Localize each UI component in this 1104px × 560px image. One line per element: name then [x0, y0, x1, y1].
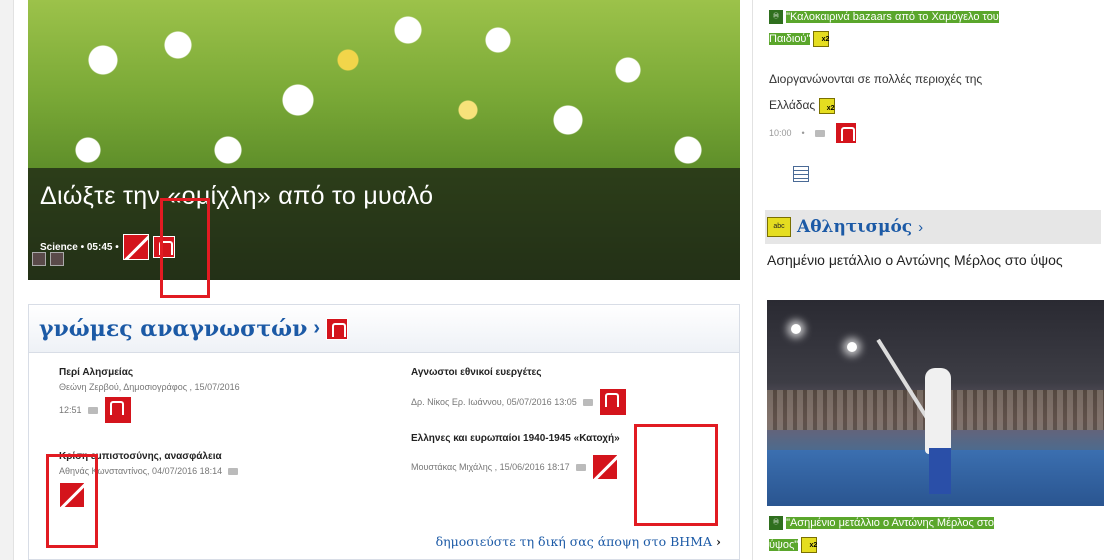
comment-count-icon	[87, 406, 98, 414]
left-rail	[0, 0, 14, 560]
news-icon: Ⓜ	[769, 10, 783, 25]
article-title[interactable]: Περί Αλησμείας	[59, 367, 359, 378]
badge-icon	[818, 96, 835, 122]
sidebar-time: 10:00	[769, 128, 792, 138]
section-icon: abc	[767, 217, 791, 237]
video-icon[interactable]	[50, 252, 64, 266]
news-icon: Ⓜ	[769, 516, 783, 531]
sidebar-link-text[interactable]: ύψος"	[769, 539, 799, 551]
stadium-light	[791, 324, 801, 334]
sidebar-link-text[interactable]: "Ασημένιο μετάλλιο ο Αντώνης Μέρλος στο	[786, 517, 994, 529]
sidebar-desc-text: Διοργανώνονται σε πολλές περιοχές της	[769, 72, 983, 86]
article-meta: Μουστάκας Μιχάλης , 15/06/2016 18:17	[411, 462, 570, 472]
article-time: 12:51	[59, 405, 82, 415]
gallery-icon[interactable]	[32, 252, 46, 266]
hero-article[interactable]: Διώξτε την «ομίχλη» από το μυαλό Science…	[28, 0, 740, 280]
broken-image-icon	[591, 454, 618, 480]
sport-section-arrow[interactable]: ›	[918, 219, 923, 236]
article-meta-row: Αθηνάς Κωνσταντίνος, 04/07/2016 18:14	[59, 466, 379, 476]
list-icon[interactable]	[793, 166, 809, 182]
article-icon-row	[59, 482, 379, 513]
hero-meta-text: Science • 05:45 •	[40, 241, 119, 253]
publish-opinion-label[interactable]: δημοσιεύστε τη δική σας άποψη στο ΒΗΜΑ	[436, 534, 712, 549]
article-meta: Θεώνη Ζερβού, Δημοσιογράφος , 15/07/2016	[59, 382, 240, 392]
comments-icon[interactable]	[326, 317, 349, 340]
broken-image-icon	[122, 234, 149, 260]
hero-bottom-icons	[32, 252, 64, 266]
comments-icon[interactable]	[103, 396, 132, 424]
article-meta: Δρ. Νίκος Ερ. Ιωάννου, 05/07/2016 13:05	[411, 397, 577, 407]
sport-section-header[interactable]: abc Αθλητισμός ›	[765, 210, 1101, 244]
article-item[interactable]: Κρίση εμπιστοσύνης, ανασφάλεια Αθηνάς Κω…	[59, 451, 379, 513]
sidebar-desc-text: Ελλάδας	[769, 98, 816, 112]
article-title[interactable]: Αγνωστοι εθνικοί ευεργέτες	[411, 367, 721, 378]
comments-icon[interactable]	[598, 388, 627, 416]
publish-opinion-link[interactable]: δημοσιεύστε τη δική σας άποψη στο ΒΗΜΑ ›	[436, 534, 721, 549]
comment-count-icon	[582, 398, 593, 406]
comment-count-icon	[814, 129, 825, 137]
sidebar: Ⓜ "Καλοκαιρινά bazaars από το Χαμόγελο τ…	[752, 0, 1104, 560]
badge-icon	[813, 29, 830, 51]
highlight-marker	[634, 424, 718, 526]
readers-title[interactable]: γνώμες αναγνωστών	[39, 316, 307, 342]
main-column: Διώξτε την «ομίχλη» από το μυαλό Science…	[0, 0, 748, 560]
comment-count-icon	[228, 467, 239, 475]
page: Διώξτε την «ομίχλη» από το μυαλό Science…	[0, 0, 1104, 560]
highlight-marker	[160, 198, 210, 298]
sport-photo[interactable]	[767, 300, 1104, 506]
article-meta-row: Δρ. Νίκος Ερ. Ιωάννου, 05/07/2016 13:05	[411, 388, 721, 416]
article-item[interactable]: Αγνωστοι εθνικοί ευεργέτες Δρ. Νίκος Ερ.…	[411, 367, 721, 416]
sidebar-description: Διοργανώνονται σε πολλές περιοχές της Ελ…	[769, 66, 1099, 122]
sidebar-link-text[interactable]: "Καλοκαιρινά bazaars από το Χαμόγελο του	[786, 11, 999, 23]
hero-title[interactable]: Διώξτε την «ομίχλη» από το μυαλό	[40, 182, 433, 211]
sidebar-news-link[interactable]: Ⓜ "Καλοκαιρινά bazaars από το Χαμόγελο τ…	[769, 6, 1099, 51]
article-title[interactable]: Κρίση εμπιστοσύνης, ανασφάλεια	[59, 451, 379, 462]
sidebar-link-text[interactable]: Παιδιού"	[769, 33, 811, 45]
stadium-light	[847, 342, 857, 352]
separator-dot: •	[801, 128, 805, 138]
highlight-marker	[46, 454, 98, 548]
article-item[interactable]: Περί Αλησμείας Θεώνη Ζερβού, Δημοσιογράφ…	[59, 367, 359, 424]
sport-story-title[interactable]: Ασημένιο μετάλλιο ο Αντώνης Μέρλος στο ύ…	[767, 250, 1101, 271]
sidebar-news-link[interactable]: Ⓜ "Ασημένιο μετάλλιο ο Αντώνης Μέρλος στ…	[769, 512, 1099, 557]
readers-arrow[interactable]: ›	[313, 317, 320, 340]
badge-icon	[801, 535, 818, 557]
sport-section-title[interactable]: Αθλητισμός	[797, 217, 912, 237]
comment-count-icon	[575, 463, 586, 471]
publish-arrow[interactable]: ›	[716, 534, 721, 549]
athlete	[925, 368, 951, 454]
comments-icon[interactable]	[834, 122, 857, 144]
athlete-legs	[929, 448, 951, 494]
readers-header: γνώμες αναγνωστών ›	[29, 305, 739, 353]
article-meta-row: 12:51	[59, 396, 359, 424]
sidebar-time-row: 10:00 •	[769, 122, 857, 144]
